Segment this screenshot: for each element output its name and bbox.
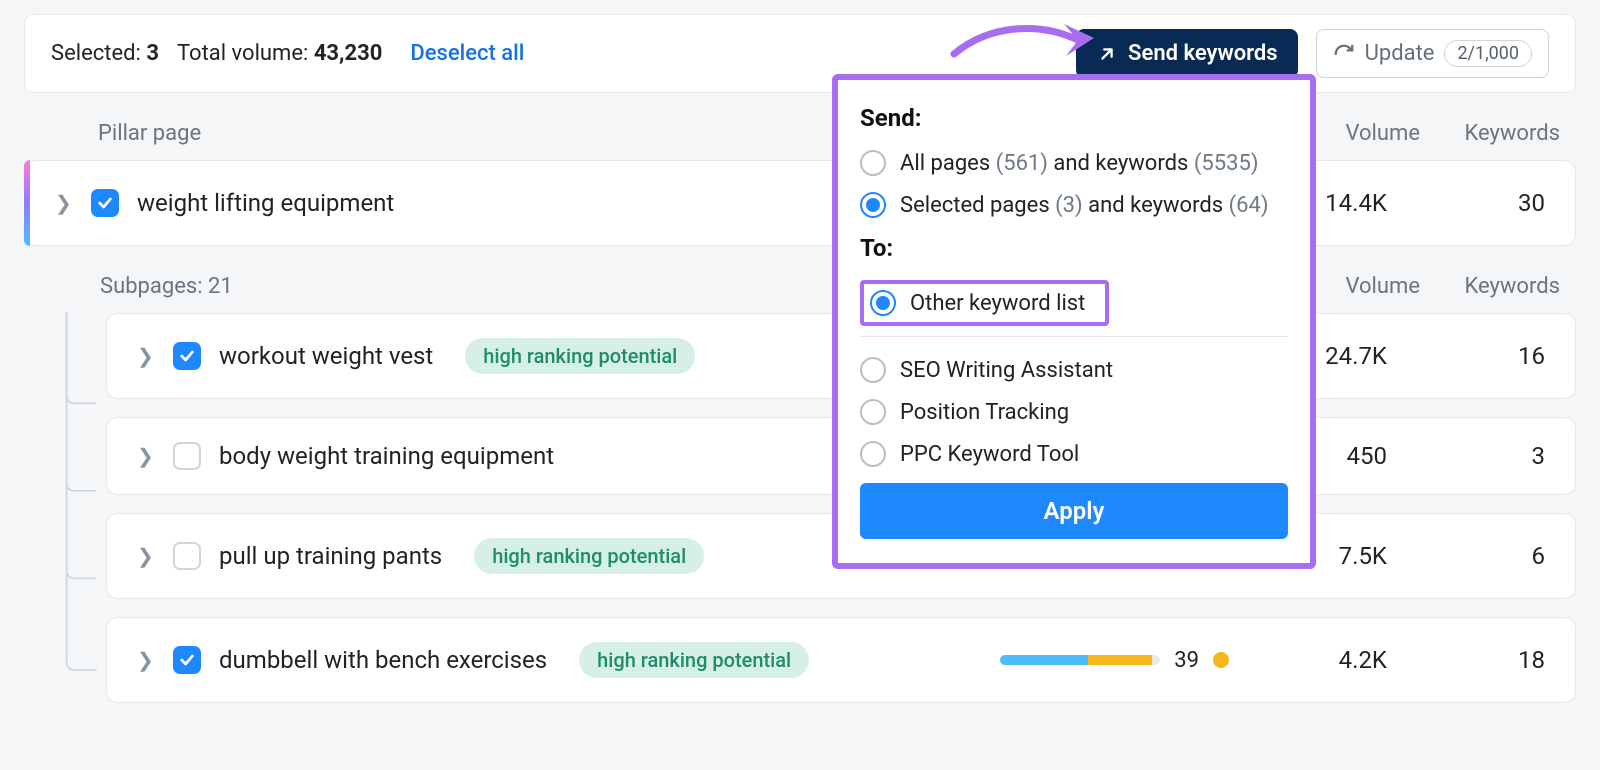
update-button[interactable]: Update 2/1,000	[1316, 29, 1549, 78]
highlight-box: Other keyword list	[860, 280, 1109, 326]
subpage-volume: 4.2K	[1247, 646, 1387, 674]
subpage-checkbox[interactable]	[173, 542, 201, 570]
pillar-row[interactable]: ❯ weight lifting equipment 14.4K 30	[24, 160, 1576, 246]
subpage-keywords: 18	[1405, 646, 1545, 674]
tree-connector-icon	[50, 270, 100, 770]
option-all-pages[interactable]: All pages (561) and keywords (5535)	[860, 150, 1288, 176]
pillar-keywords: 30	[1405, 189, 1545, 217]
apply-button[interactable]: Apply	[860, 483, 1288, 539]
option-position-tracking[interactable]: Position Tracking	[860, 399, 1288, 425]
selected-count: Selected: 3	[51, 41, 159, 66]
col-header-keywords: Keywords	[1420, 274, 1560, 299]
radio-icon	[860, 150, 886, 176]
difficulty-dot-icon	[1213, 652, 1229, 668]
subpages-count: 21	[208, 274, 233, 299]
subpages-label: Subpages:	[100, 274, 208, 299]
send-keywords-button[interactable]: Send keywords	[1076, 29, 1298, 78]
selection-toolbar: Selected: 3 Total volume: 43,230 Deselec…	[24, 14, 1576, 93]
option-other-keyword-list[interactable]: Other keyword list	[870, 290, 1085, 316]
update-counter: 2/1,000	[1444, 40, 1532, 67]
option-selected-pages[interactable]: Selected pages (3) and keywords (64)	[860, 192, 1288, 218]
chevron-right-icon[interactable]: ❯	[137, 444, 155, 468]
chevron-right-icon[interactable]: ❯	[55, 191, 73, 215]
subpage-checkbox[interactable]	[173, 646, 201, 674]
radio-icon	[870, 290, 896, 316]
option-ppc-keyword-tool[interactable]: PPC Keyword Tool	[860, 441, 1288, 467]
chevron-right-icon[interactable]: ❯	[137, 344, 155, 368]
radio-icon	[860, 441, 886, 467]
send-section-heading: Send:	[860, 104, 1288, 132]
chevron-right-icon[interactable]: ❯	[137, 544, 155, 568]
pillar-title: weight lifting equipment	[137, 189, 394, 217]
subpage-title: pull up training pants	[219, 542, 442, 570]
subpage-title: dumbbell with bench exercises	[219, 646, 547, 674]
subpage-keywords: 3	[1405, 442, 1545, 470]
subpage-title: body weight training equipment	[219, 442, 554, 470]
radio-icon	[860, 357, 886, 383]
option-seo-writing-assistant[interactable]: SEO Writing Assistant	[860, 357, 1288, 383]
send-icon	[1096, 43, 1118, 65]
to-section-heading: To:	[860, 234, 1288, 262]
subpage-checkbox[interactable]	[173, 342, 201, 370]
col-header-keywords: Keywords	[1420, 121, 1560, 146]
pillar-header-row: Pillar page Volume Keywords	[0, 111, 1600, 160]
total-volume: Total volume: 43,230	[177, 41, 382, 66]
radio-icon	[860, 399, 886, 425]
potential-badge: high ranking potential	[579, 642, 809, 678]
chevron-right-icon[interactable]: ❯	[137, 648, 155, 672]
subpage-row[interactable]: ❯ dumbbell with bench exercises high ran…	[106, 617, 1576, 703]
pillar-checkbox[interactable]	[91, 189, 119, 217]
subpage-checkbox[interactable]	[173, 442, 201, 470]
potential-badge: high ranking potential	[474, 538, 704, 574]
send-keywords-panel: Send: All pages (561) and keywords (5535…	[832, 74, 1316, 569]
subpage-keywords: 16	[1405, 342, 1545, 370]
subpage-keywords: 6	[1405, 542, 1545, 570]
radio-icon	[860, 192, 886, 218]
subpage-title: workout weight vest	[219, 342, 433, 370]
subpages-header-row: Subpages: 21 Volume Keywords	[0, 264, 1600, 313]
refresh-icon	[1333, 43, 1355, 65]
separator	[860, 336, 1288, 337]
deselect-all-link[interactable]: Deselect all	[410, 41, 524, 66]
potential-badge: high ranking potential	[465, 338, 695, 374]
keyword-score: 39	[1000, 648, 1229, 673]
